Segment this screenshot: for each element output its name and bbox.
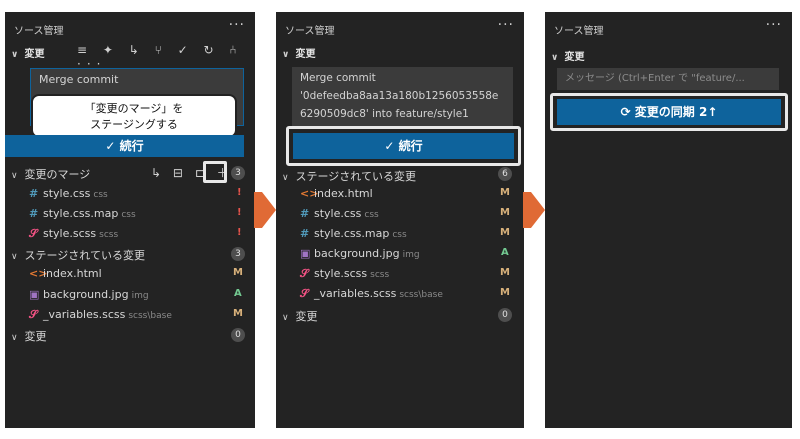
scm-header: ソース管理 bbox=[14, 26, 64, 37]
merge-count-badge: 3 bbox=[231, 166, 245, 180]
added-status: A bbox=[501, 247, 509, 258]
css-file-icon: # bbox=[300, 227, 310, 240]
scm-toolbar[interactable]: ≡ ✦ ↳ ⑂ ✓ ↻ ⑃ ··· bbox=[77, 43, 255, 71]
list-item[interactable]: # style.css css bbox=[300, 207, 379, 220]
sass-file-icon: 𝒮 bbox=[300, 267, 309, 280]
chevron-down-icon: ∨ bbox=[11, 50, 19, 60]
section-title: 変更 bbox=[24, 49, 45, 60]
group-label: ステージされている変更 bbox=[295, 170, 416, 183]
staged-changes-group[interactable]: ∨ ステージされている変更 bbox=[282, 168, 416, 184]
sync-changes-button[interactable]: ⟳ 変更の同期 2↑ bbox=[557, 99, 781, 125]
changes-section-header[interactable]: ∨ 変更 bbox=[282, 45, 315, 60]
callout-box: 「変更のマージ」を ステージングする bbox=[31, 94, 237, 138]
list-item[interactable]: ▣ background.jpg img bbox=[300, 247, 420, 260]
continue-button[interactable]: ✓ 続行 bbox=[5, 135, 244, 157]
list-item[interactable]: ▣ background.jpg img bbox=[29, 288, 149, 301]
css-file-icon: # bbox=[300, 207, 310, 220]
added-status: A bbox=[234, 288, 242, 299]
changes-count-badge: 0 bbox=[498, 308, 512, 322]
modified-status: M bbox=[500, 287, 510, 298]
staged-count-badge: 6 bbox=[498, 167, 512, 181]
html-file-icon: <> bbox=[29, 267, 48, 280]
image-file-icon: ▣ bbox=[300, 247, 311, 260]
changes-group[interactable]: ∨ 変更 bbox=[282, 308, 318, 324]
changes-group[interactable]: ∨ 変更 bbox=[11, 328, 47, 344]
scm-panel-3: ソース管理 ··· ∨ 変更 メッセージ (Ctrl+Enter で "feat… bbox=[545, 12, 792, 428]
scm-header: ソース管理 bbox=[554, 26, 604, 37]
html-file-icon: <> bbox=[300, 187, 319, 200]
list-item[interactable]: 𝒮 _variables.scss scss\base bbox=[29, 308, 172, 322]
modified-status: M bbox=[233, 308, 243, 319]
conflict-status: ! bbox=[237, 227, 242, 238]
list-item[interactable]: <>index.html bbox=[300, 187, 376, 200]
staged-count-badge: 3 bbox=[231, 247, 245, 261]
modified-status: M bbox=[500, 187, 510, 198]
image-file-icon: ▣ bbox=[29, 288, 40, 301]
changes-section-header[interactable]: ∨ 変更 bbox=[551, 48, 584, 63]
chevron-down-icon: ∨ bbox=[11, 252, 18, 262]
chevron-down-icon: ∨ bbox=[282, 313, 289, 323]
sass-file-icon: 𝒮 bbox=[300, 287, 309, 300]
chevron-down-icon: ∨ bbox=[551, 53, 559, 63]
chevron-down-icon: ∨ bbox=[11, 333, 18, 343]
changes-count-badge: 0 bbox=[231, 328, 245, 342]
staged-changes-group[interactable]: ∨ ステージされている変更 bbox=[11, 247, 145, 263]
modified-status: M bbox=[500, 207, 510, 218]
commit-message-input[interactable]: メッセージ (Ctrl+Enter で "feature/... bbox=[557, 68, 779, 90]
modified-status: M bbox=[500, 227, 510, 238]
list-item[interactable]: 𝒮style.scss scss bbox=[29, 227, 118, 241]
section-title: 変更 bbox=[564, 52, 585, 63]
modified-status: M bbox=[500, 267, 510, 278]
commit-message-input[interactable]: Merge commit '0defeedba8aa13a180b1256053… bbox=[292, 67, 513, 127]
css-file-icon: # bbox=[29, 187, 39, 200]
group-label: ステージされている変更 bbox=[24, 249, 145, 262]
scm-header: ソース管理 bbox=[285, 26, 335, 37]
arrow-right-icon bbox=[262, 192, 276, 228]
list-item[interactable]: # style.css.map css bbox=[300, 227, 407, 240]
sass-file-icon: 𝒮 bbox=[29, 227, 38, 240]
more-actions-icon[interactable]: ··· bbox=[229, 17, 245, 33]
stage-all-highlight bbox=[203, 161, 227, 183]
conflict-status: ! bbox=[237, 187, 242, 198]
chevron-down-icon: ∨ bbox=[282, 50, 290, 60]
sass-file-icon: 𝒮 bbox=[29, 308, 38, 321]
list-item[interactable]: <>index.html bbox=[29, 267, 105, 280]
list-item[interactable]: # style.css.map css bbox=[29, 207, 136, 220]
conflict-status: ! bbox=[237, 207, 242, 218]
arrow-right-icon bbox=[531, 192, 545, 228]
group-label: 変更のマージ bbox=[24, 168, 91, 181]
chevron-down-icon: ∨ bbox=[282, 173, 289, 183]
chevron-down-icon: ∨ bbox=[11, 171, 18, 181]
arrow-shaft bbox=[254, 192, 262, 228]
scm-panel-1: ソース管理 ··· ∨ 変更 ≡ ✦ ↳ ⑂ ✓ ↻ ⑃ ··· Merge c… bbox=[5, 12, 255, 428]
group-label: 変更 bbox=[295, 310, 318, 323]
scm-panel-2: ソース管理 ··· ∨ 変更 Merge commit '0defeedba8a… bbox=[276, 12, 524, 428]
list-item[interactable]: 𝒮style.scss scss bbox=[300, 267, 389, 281]
list-item[interactable]: # style.css css bbox=[29, 187, 108, 200]
merge-changes-group[interactable]: ∨ 変更のマージ bbox=[11, 166, 90, 182]
more-actions-icon[interactable]: ··· bbox=[766, 17, 782, 33]
css-file-icon: # bbox=[29, 207, 39, 220]
more-actions-icon[interactable]: ··· bbox=[498, 17, 514, 33]
modified-status: M bbox=[233, 267, 243, 278]
continue-button[interactable]: ✓ 続行 bbox=[293, 133, 514, 159]
list-item[interactable]: 𝒮 _variables.scss scss\base bbox=[300, 287, 443, 301]
group-label: 変更 bbox=[24, 330, 47, 343]
arrow-shaft bbox=[523, 192, 531, 228]
section-title: 変更 bbox=[295, 49, 316, 60]
changes-section-header[interactable]: ∨ 変更 bbox=[11, 45, 44, 60]
